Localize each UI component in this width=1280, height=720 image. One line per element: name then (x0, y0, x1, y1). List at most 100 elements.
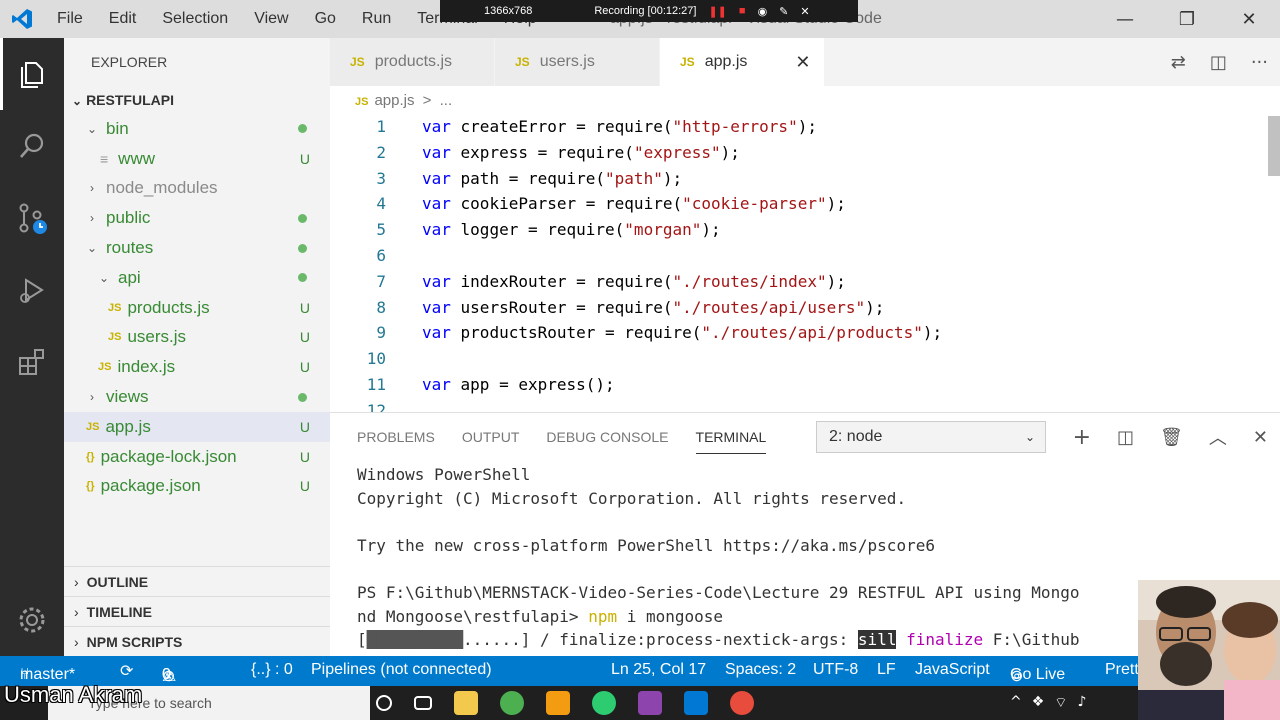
cortana-icon[interactable] (376, 695, 392, 711)
tree-file-package-json[interactable]: {} package.json U (64, 472, 330, 502)
taskbar-apps (376, 686, 754, 720)
code-line[interactable]: 9 var productsRouter = require("./routes/… (330, 320, 942, 346)
volume-icon[interactable]: ♪ (1077, 694, 1086, 712)
cursor-position[interactable]: Ln 25, Col 17 (611, 661, 706, 679)
file-explorer-icon[interactable] (454, 691, 478, 715)
stop-icon[interactable]: ■ (739, 5, 746, 17)
code-line[interactable]: 11 var app = express(); (330, 372, 615, 398)
eol[interactable]: LF (877, 661, 896, 679)
network-icon[interactable]: ⌔ (1054, 694, 1067, 712)
restore-button[interactable]: ❐ (1156, 0, 1218, 38)
dropbox-icon[interactable]: ❖ (1032, 694, 1045, 712)
tab-problems[interactable]: PROBLEMS (357, 429, 435, 445)
code-editor[interactable]: 1 var createError = require("http-errors"… (330, 114, 1280, 412)
more-actions-icon[interactable]: ··· (1251, 52, 1268, 73)
code-text: app = express(); (450, 375, 615, 394)
breadcrumb-file[interactable]: app.js (374, 92, 414, 109)
compare-changes-icon[interactable]: ⇄ (1171, 52, 1186, 73)
tab-products-js[interactable]: JS products.js (330, 38, 495, 86)
js-file-icon: JS (350, 55, 365, 69)
editor-scrollbar[interactable] (1268, 116, 1280, 176)
tree-folder-bin[interactable]: ⌄ bin (64, 114, 330, 144)
code-line[interactable]: 10 (330, 346, 422, 372)
sync-icon[interactable]: ⟳ (120, 661, 133, 681)
code-line[interactable]: 8 var usersRouter = require("./routes/api… (330, 295, 884, 321)
camera-icon[interactable]: ◉ (758, 5, 768, 18)
code-line[interactable]: 1 var createError = require("http-errors"… (330, 114, 817, 140)
extensions-icon[interactable] (0, 326, 64, 398)
split-editor-icon[interactable]: ◫ (1210, 52, 1227, 73)
menu-selection[interactable]: Selection (149, 10, 241, 28)
split-terminal-icon[interactable]: ◫ (1117, 427, 1134, 448)
app-green-icon[interactable] (592, 691, 616, 715)
menu-go[interactable]: Go (302, 10, 349, 28)
source-control-icon[interactable] (0, 182, 64, 254)
tree-file-www[interactable]: ≡ www U (64, 144, 330, 174)
code-line[interactable]: 7 var indexRouter = require("./routes/ind… (330, 269, 846, 295)
code-line[interactable]: 12 (330, 398, 422, 412)
tree-file-package-lock-json[interactable]: {} package-lock.json U (64, 442, 330, 472)
workspace-root[interactable]: ⌄ RESTFULAPI (64, 86, 330, 114)
terminal-output[interactable]: Windows PowerShell Copyright (C) Microso… (357, 463, 1079, 652)
breadcrumb-more[interactable]: ... (440, 92, 453, 109)
tab-app-js[interactable]: JS app.js ✕ (660, 38, 825, 86)
js-file-icon: JS (98, 361, 112, 374)
menu-edit[interactable]: Edit (96, 10, 150, 28)
timeline-section[interactable]: › TIMELINE (64, 596, 330, 626)
terminal-select[interactable]: 2: node ⌄ (816, 421, 1046, 453)
code-line[interactable]: 3 var path = require("path"); (330, 166, 682, 192)
search-icon[interactable] (0, 110, 64, 182)
new-terminal-icon[interactable]: + (1073, 425, 1091, 450)
tree-file-index-js[interactable]: JS index.js U (64, 352, 330, 382)
code-line[interactable]: 4 var cookieParser = require("cookie-pars… (330, 191, 846, 217)
tree-file-products-js[interactable]: JS products.js U (64, 293, 330, 323)
menu-view[interactable]: View (241, 10, 301, 28)
close-icon[interactable]: ✕ (800, 5, 809, 18)
tree-folder-routes[interactable]: ⌄ routes (64, 233, 330, 263)
chevron-up-icon[interactable]: ^ (1010, 694, 1022, 712)
code-line[interactable]: 5 var logger = require("morgan"); (330, 217, 720, 243)
tree-file-app-js[interactable]: JS app.js U (64, 411, 330, 442)
tab-terminal[interactable]: TERMINAL (695, 429, 767, 454)
explorer-icon[interactable] (0, 38, 64, 110)
close-tab-icon[interactable]: ✕ (795, 52, 810, 73)
close-window-button[interactable]: ✕ (1218, 0, 1280, 38)
code-line[interactable]: 2 var express = require("express"); (330, 140, 740, 166)
close-panel-icon[interactable]: ✕ (1253, 427, 1268, 448)
chevron-right-icon: › (90, 390, 94, 405)
tab-debug-console[interactable]: DEBUG CONSOLE (546, 429, 668, 445)
chrome-icon[interactable] (500, 691, 524, 715)
tree-folder-views[interactable]: › views (64, 382, 330, 412)
minimize-button[interactable]: — (1094, 0, 1156, 38)
outline-section[interactable]: › OUTLINE (64, 566, 330, 596)
encoding[interactable]: UTF-8 (813, 661, 858, 679)
chevron-up-icon[interactable]: ︿ (1209, 424, 1227, 450)
recording-resolution: 1366x768 (484, 5, 533, 17)
trash-icon[interactable]: 🗑 (1160, 427, 1183, 448)
code-line[interactable]: 6 (330, 243, 422, 269)
tree-file-users-js[interactable]: JS users.js U (64, 323, 330, 353)
menu-file[interactable]: File (44, 10, 96, 28)
indentation[interactable]: Spaces: 2 (725, 661, 796, 679)
tree-folder-public[interactable]: › public (64, 203, 330, 233)
line-number: 11 (366, 375, 386, 394)
settings-gear-icon[interactable] (0, 592, 64, 648)
app-red-icon[interactable] (730, 691, 754, 715)
tab-output[interactable]: OUTPUT (462, 429, 520, 445)
braces-status[interactable]: {..} : 0 (251, 661, 293, 679)
pen-icon[interactable]: ✎ (779, 5, 788, 18)
menu-run[interactable]: Run (349, 10, 404, 28)
pipelines-status[interactable]: Pipelines (not connected) (311, 661, 492, 679)
app-purple-icon[interactable] (638, 691, 662, 715)
tab-users-js[interactable]: JS users.js (495, 38, 660, 86)
pause-icon[interactable]: ❚❚ (708, 5, 726, 18)
tree-folder-api[interactable]: ⌄ api (64, 263, 330, 293)
app-orange-icon[interactable] (546, 691, 570, 715)
npm-scripts-section[interactable]: › NPM SCRIPTS (64, 626, 330, 656)
prettier[interactable]: Prett (1105, 661, 1139, 679)
vscode-taskbar-icon[interactable] (684, 691, 708, 715)
task-view-icon[interactable] (414, 696, 432, 710)
run-debug-icon[interactable] (0, 254, 64, 326)
language-mode[interactable]: JavaScript (915, 661, 990, 679)
tree-folder-node-modules[interactable]: › node_modules (64, 174, 330, 204)
